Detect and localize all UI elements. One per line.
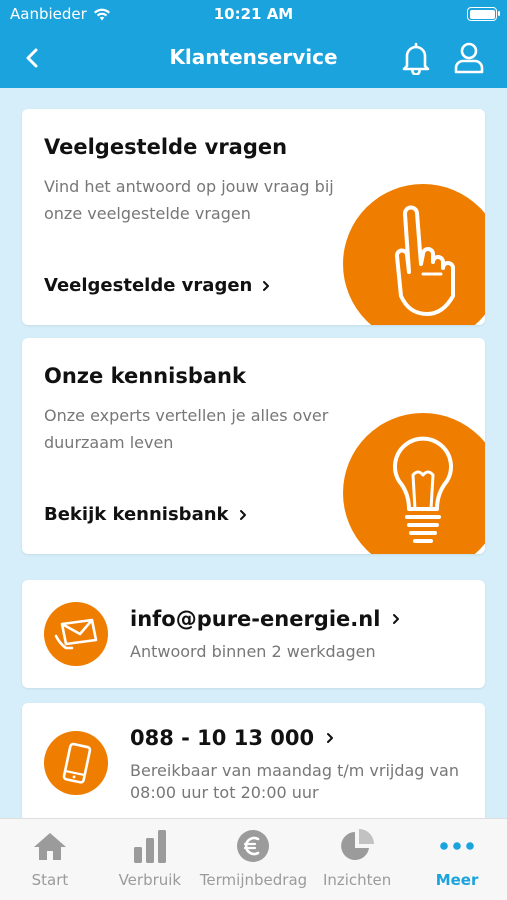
phone-note: Bereikbaar van maandag t/m vrijdag van 0…	[130, 761, 459, 802]
status-time: 10:21 AM	[213, 5, 294, 23]
tab-start[interactable]: Start	[0, 819, 100, 900]
pointing-hand-icon	[343, 184, 485, 325]
faq-card[interactable]: Veelgestelde vragen Vind het antwoord op…	[22, 109, 485, 325]
home-icon	[33, 833, 66, 860]
tab-termijnbedrag[interactable]: Termijnbedrag	[200, 819, 307, 900]
faq-link[interactable]: Veelgestelde vragen	[44, 275, 270, 296]
back-button[interactable]	[14, 40, 50, 76]
tab-inzichten[interactable]: Inzichten	[307, 819, 407, 900]
tab-bar: Start Verbruik Termijnbedrag Inzichten M…	[0, 818, 507, 900]
email-link[interactable]: info@pure-energie.nl	[130, 607, 400, 631]
euro-icon	[237, 830, 270, 862]
app-header: Aanbieder 10:21 AM Klantenservice	[0, 0, 507, 88]
email-card[interactable]: info@pure-energie.nl Antwoord binnen 2 w…	[22, 580, 485, 688]
user-icon	[454, 42, 484, 74]
phone-card[interactable]: 088 - 10 13 000 Bereikbaar van maandag t…	[22, 703, 485, 833]
faq-link-label: Veelgestelde vragen	[44, 275, 253, 296]
lightbulb-icon	[343, 413, 485, 554]
notifications-button[interactable]	[398, 38, 434, 78]
knowledge-card[interactable]: Onze kennisbank Onze experts vertellen j…	[22, 338, 485, 554]
profile-button[interactable]	[451, 38, 487, 78]
email-address: info@pure-energie.nl	[130, 607, 381, 631]
envelope-icon	[54, 618, 98, 650]
phone-link[interactable]: 088 - 10 13 000	[130, 726, 334, 750]
tab-verbruik[interactable]: Verbruik	[100, 819, 200, 900]
chevron-right-icon	[239, 509, 246, 520]
battery-icon	[467, 7, 500, 21]
phone-icon-circle	[44, 731, 108, 795]
knowledge-link-label: Bekijk kennisbank	[44, 504, 229, 525]
tab-verbruik-label: Verbruik	[118, 871, 182, 889]
status-bar: Aanbieder 10:21 AM	[0, 5, 507, 27]
smartphone-icon	[62, 742, 92, 784]
tab-inzichten-label: Inzichten	[322, 871, 392, 889]
faq-title: Veelgestelde vragen	[44, 135, 288, 159]
chevron-right-icon	[393, 614, 400, 624]
chevron-left-icon	[26, 48, 38, 68]
tab-start-label: Start	[31, 871, 69, 889]
bar-chart-icon	[133, 830, 166, 863]
phone-number: 088 - 10 13 000	[130, 726, 315, 750]
chevron-right-icon	[327, 733, 334, 743]
faq-description: Vind het antwoord op jouw vraag bij onze…	[44, 177, 334, 223]
knowledge-title: Onze kennisbank	[44, 364, 246, 388]
tab-meer[interactable]: Meer	[407, 819, 507, 900]
pointing-hand-illustration	[343, 184, 485, 325]
knowledge-link[interactable]: Bekijk kennisbank	[44, 504, 247, 525]
lightbulb-illustration	[343, 413, 485, 554]
tab-meer-label: Meer	[435, 871, 479, 889]
bell-icon	[402, 42, 430, 75]
tab-termijnbedrag-label: Termijnbedrag	[199, 871, 308, 889]
email-note: Antwoord binnen 2 werkdagen	[130, 642, 376, 661]
chevron-right-icon	[263, 280, 270, 291]
more-icon	[440, 842, 474, 850]
pie-chart-icon	[341, 829, 375, 860]
email-icon-circle	[44, 602, 108, 666]
knowledge-description: Onze experts vertellen je alles over duu…	[44, 406, 329, 452]
